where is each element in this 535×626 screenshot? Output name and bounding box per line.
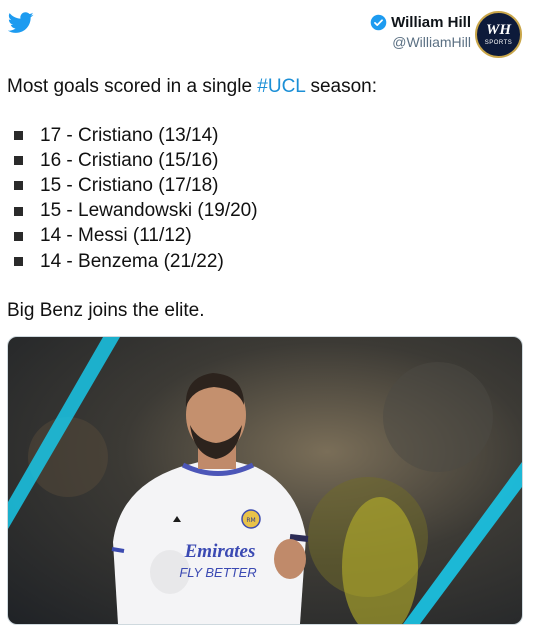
hashtag-link[interactable]: #UCL	[257, 76, 305, 97]
list-item: 15 - Cristiano (17/18)	[0, 173, 258, 198]
club-crest-text: RM	[246, 517, 255, 524]
list-item: 16 - Cristiano (15/16)	[0, 148, 258, 173]
sponsor-line-1: Emirates	[184, 541, 256, 562]
tweet-closing: Big Benz joins the elite.	[7, 300, 205, 321]
list-item-text: 14 - Benzema (21/22)	[40, 250, 224, 272]
list-bullet-icon	[14, 257, 23, 267]
list-item-text: 14 - Messi (11/12)	[40, 225, 192, 247]
list-item: 14 - Benzema (21/22)	[0, 249, 258, 274]
list-item: 14 - Messi (11/12)	[0, 224, 258, 249]
list-item-text: 16 - Cristiano (15/16)	[40, 149, 219, 171]
list-bullet-icon	[14, 231, 23, 241]
tweet-photo[interactable]: RM Emirates FLY BETTER	[7, 336, 523, 625]
twitter-bird-icon[interactable]	[8, 12, 34, 34]
avatar-monogram: WH	[485, 22, 511, 38]
intro-suffix: season:	[305, 76, 377, 97]
intro-prefix: Most goals scored in a single	[7, 76, 258, 97]
list-item-text: 17 - Cristiano (13/14)	[40, 124, 219, 146]
list-item: 15 - Lewandowski (19/20)	[0, 199, 258, 224]
verified-badge-icon	[370, 14, 387, 31]
tweet-author[interactable]: William Hill @WilliamHill	[370, 14, 471, 50]
list-bullet-icon	[14, 206, 23, 216]
list-item-text: 15 - Cristiano (17/18)	[40, 174, 219, 196]
list-bullet-icon	[14, 156, 23, 166]
list-item: 17 - Cristiano (13/14)	[0, 123, 258, 148]
avatar[interactable]: WH SPORTS	[475, 11, 522, 58]
goals-list: 17 - Cristiano (13/14) 16 - Cristiano (1…	[0, 123, 258, 274]
list-item-text: 15 - Lewandowski (19/20)	[40, 200, 258, 222]
author-name[interactable]: William Hill	[391, 14, 471, 31]
player-photo-illustration: RM Emirates FLY BETTER	[8, 337, 522, 624]
list-bullet-icon	[14, 131, 23, 141]
list-bullet-icon	[14, 181, 23, 191]
sponsor-line-2: FLY BETTER	[179, 565, 256, 580]
author-handle[interactable]: @WilliamHill	[370, 34, 471, 50]
tweet-intro: Most goals scored in a single #UCL seaso…	[7, 76, 377, 98]
author-name-row: William Hill	[370, 14, 471, 31]
avatar-subtext: SPORTS	[484, 40, 513, 46]
